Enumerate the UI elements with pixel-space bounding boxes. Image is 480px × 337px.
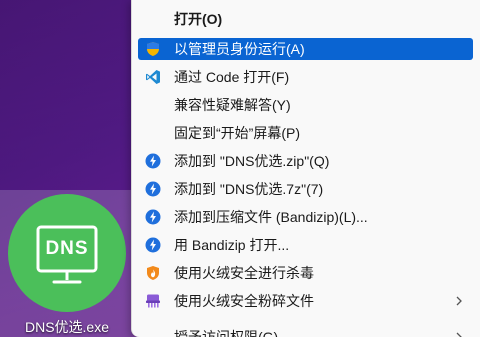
dns-app-icon[interactable]: DNS <box>8 194 126 312</box>
menu-item-label: 添加到 "DNS优选.zip"(Q) <box>174 153 330 169</box>
desktop-icon-label[interactable]: DNS优选.exe <box>0 317 134 337</box>
menu-item-label: 用 Bandizip 打开... <box>174 237 290 253</box>
menu-item-label: 添加到 "DNS优选.7z"(7) <box>174 181 324 197</box>
menu-item-compatibility-troubleshoot[interactable]: 兼容性疑难解答(Y) <box>138 94 473 116</box>
menu-item-label: 通过 Code 打开(F) <box>174 69 290 85</box>
menu-item-pin-to-start[interactable]: 固定到“开始”屏幕(P) <box>138 122 473 144</box>
huorong-icon <box>144 264 162 282</box>
chevron-right-icon <box>456 332 462 337</box>
menu-item-open[interactable]: 打开(O) <box>138 8 473 30</box>
menu-item-add-to-archive[interactable]: 添加到压缩文件 (Bandizip)(L)... <box>138 206 473 228</box>
menu-item-label: 固定到“开始”屏幕(P) <box>174 125 300 141</box>
bandizip-icon <box>144 152 162 170</box>
bandizip-icon <box>144 208 162 226</box>
bandizip-icon <box>144 236 162 254</box>
menu-item-label: 使用火绒安全粉碎文件 <box>174 293 314 309</box>
bandizip-icon <box>144 180 162 198</box>
uac-shield-icon <box>144 40 162 58</box>
menu-item-open-with-code[interactable]: 通过 Code 打开(F) <box>138 66 473 88</box>
menu-item-label: 兼容性疑难解答(Y) <box>174 97 291 113</box>
menu-item-add-to-7z[interactable]: 添加到 "DNS优选.7z"(7) <box>138 178 473 200</box>
menu-item-grant-access[interactable]: 授予访问权限(G) <box>138 326 473 337</box>
menu-item-huorong-shred[interactable]: 使用火绒安全粉碎文件 <box>138 290 473 312</box>
chevron-right-icon <box>456 296 462 306</box>
menu-item-label: 以管理员身份运行(A) <box>174 41 305 57</box>
menu-item-label: 添加到压缩文件 (Bandizip)(L)... <box>174 209 368 225</box>
dns-icon-text: DNS <box>45 238 89 259</box>
menu-item-run-as-admin[interactable]: 以管理员身份运行(A) <box>138 38 473 60</box>
menu-item-add-to-zip[interactable]: 添加到 "DNS优选.zip"(Q) <box>138 150 473 172</box>
menu-item-open-with-bandizip[interactable]: 用 Bandizip 打开... <box>138 234 473 256</box>
menu-item-label: 使用火绒安全进行杀毒 <box>174 265 314 281</box>
menu-item-huorong-scan[interactable]: 使用火绒安全进行杀毒 <box>138 262 473 284</box>
shredder-icon <box>144 292 162 310</box>
menu-item-label: 授予访问权限(G) <box>174 329 279 337</box>
vscode-icon <box>144 68 162 86</box>
menu-item-label: 打开(O) <box>174 11 223 27</box>
context-menu: 打开(O) 以管理员身份运行(A) 通过 Code 打开(F) 兼容性疑难解答(… <box>131 0 480 337</box>
